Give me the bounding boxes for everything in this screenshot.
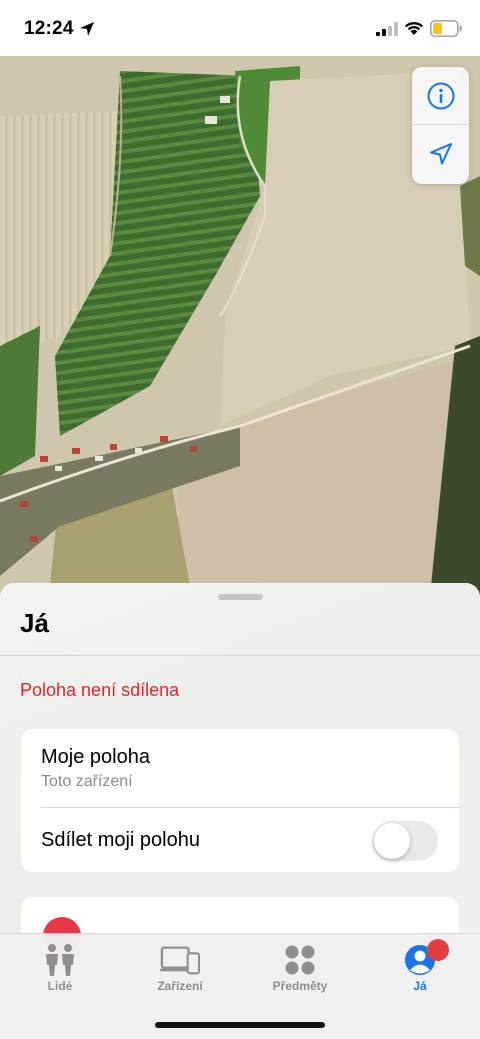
map-controls xyxy=(412,67,469,184)
signal-icon xyxy=(376,22,398,36)
sheet-divider xyxy=(0,655,480,656)
my-location-subtitle: Toto zařízení xyxy=(41,773,133,790)
locate-arrow-icon xyxy=(429,143,452,165)
info-icon xyxy=(427,82,454,109)
tab-devices[interactable]: Zařízení xyxy=(120,934,240,1004)
satellite-map[interactable] xyxy=(0,56,480,596)
status-time: 12:24 xyxy=(24,18,74,39)
notification-badge xyxy=(427,939,449,961)
status-bar: 12:24 xyxy=(0,0,480,56)
tab-me[interactable]: Já xyxy=(360,934,480,1004)
tab-label-me: Já xyxy=(413,979,427,993)
sheet-grabber[interactable] xyxy=(218,594,263,600)
my-location-title: Moje poloha xyxy=(41,746,150,768)
location-not-shared-label: Poloha není sdílena xyxy=(20,680,180,700)
wifi-icon xyxy=(405,21,423,35)
locate-me-button[interactable] xyxy=(412,125,469,183)
tab-label-items: Předměty xyxy=(272,979,328,993)
tab-items[interactable]: Předměty xyxy=(240,934,360,1004)
location-arrow-icon xyxy=(80,22,94,36)
tab-label-people: Lidé xyxy=(47,979,73,993)
toggle-knob xyxy=(374,823,410,859)
map-imagery xyxy=(0,56,480,596)
items-icon xyxy=(280,943,320,977)
tab-bar: Lidé Zařízení Předměty Já xyxy=(0,933,480,1039)
devices-icon xyxy=(160,943,200,977)
share-location-label: Sdílet moji polohu xyxy=(41,829,200,851)
battery-icon xyxy=(430,20,462,37)
location-card: Moje poloha Toto zařízení Sdílet moji po… xyxy=(21,729,459,872)
tab-people[interactable]: Lidé xyxy=(0,934,120,1004)
people-icon xyxy=(40,943,80,977)
share-location-toggle[interactable] xyxy=(372,821,438,861)
card-separator xyxy=(41,807,459,808)
sheet-title: Já xyxy=(20,608,49,638)
tab-label-devices: Zařízení xyxy=(157,979,203,993)
home-indicator[interactable] xyxy=(155,1022,325,1028)
map-info-button[interactable] xyxy=(412,67,469,125)
